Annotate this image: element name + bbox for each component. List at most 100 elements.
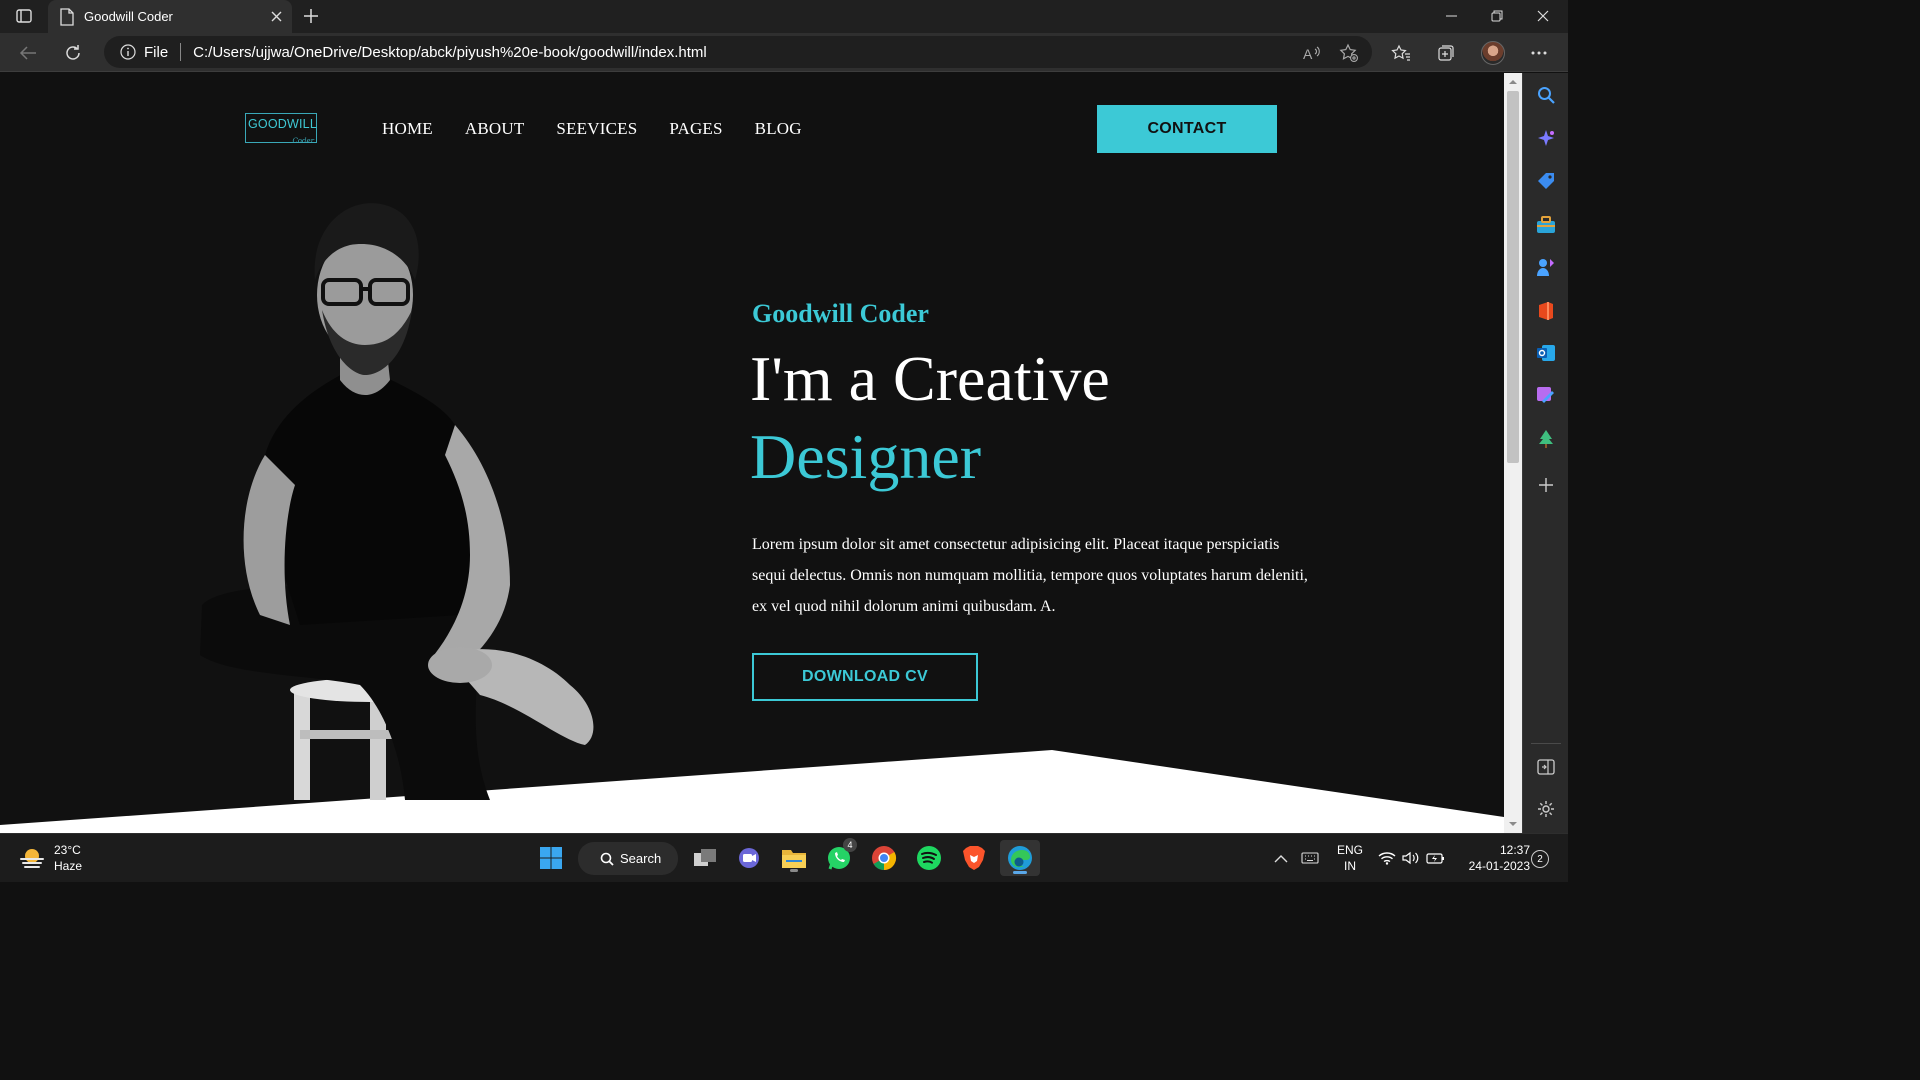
start-button[interactable] bbox=[535, 842, 567, 874]
weather-temp: 23°C bbox=[54, 843, 81, 857]
ellipsis-icon bbox=[1531, 51, 1547, 55]
file-label: File bbox=[144, 43, 169, 61]
star-add-icon bbox=[1339, 43, 1358, 62]
new-tab-button[interactable] bbox=[300, 5, 322, 27]
close-window-button[interactable] bbox=[1520, 0, 1566, 32]
haze-weather-icon bbox=[20, 849, 44, 868]
active-tab[interactable]: Goodwill Coder bbox=[48, 0, 292, 33]
chat-icon bbox=[739, 848, 759, 868]
hero-heading-line2: Designer bbox=[750, 421, 982, 492]
tab-actions-button[interactable] bbox=[12, 6, 36, 26]
whatsapp-button[interactable]: 4 bbox=[823, 838, 857, 874]
add-icon bbox=[1539, 478, 1553, 492]
clock[interactable]: 12:37 24-01-2023 bbox=[1456, 842, 1530, 874]
sidebar-add-button[interactable] bbox=[1534, 473, 1558, 497]
nav-pages[interactable]: PAGES bbox=[669, 119, 722, 139]
edge-button[interactable] bbox=[1000, 840, 1040, 876]
collections-button[interactable] bbox=[1433, 40, 1459, 66]
battery-charging-icon bbox=[1426, 853, 1444, 864]
tab-title: Goodwill Coder bbox=[84, 9, 173, 24]
wifi-icon bbox=[1378, 852, 1396, 865]
sidebar-search-button[interactable] bbox=[1534, 83, 1558, 107]
sidebar-tools-button[interactable] bbox=[1534, 213, 1558, 237]
taskbar-search-label: Search bbox=[620, 851, 662, 866]
restore-icon bbox=[1491, 10, 1503, 22]
tab-bar: Goodwill Coder bbox=[0, 0, 1568, 33]
tree-icon bbox=[1539, 430, 1553, 448]
plus-icon bbox=[304, 9, 318, 23]
scroll-down-icon[interactable] bbox=[1508, 819, 1518, 829]
keyboard-icon bbox=[1301, 852, 1319, 864]
scroll-thumb[interactable] bbox=[1507, 91, 1519, 463]
chrome-button[interactable] bbox=[868, 842, 900, 874]
sidebar-shopping-button[interactable] bbox=[1534, 169, 1558, 193]
nav-home[interactable]: HOME bbox=[382, 119, 433, 139]
sidebar-tree-button[interactable] bbox=[1534, 427, 1558, 451]
taskbar-search[interactable]: Search bbox=[578, 842, 678, 875]
sidebar-settings-button[interactable] bbox=[1534, 797, 1558, 821]
teams-chat-button[interactable] bbox=[733, 842, 765, 874]
brave-button[interactable] bbox=[958, 842, 990, 874]
tools-icon bbox=[1537, 216, 1555, 233]
file-explorer-button[interactable] bbox=[778, 842, 810, 874]
favorites-icon bbox=[1391, 44, 1410, 61]
language-indicator[interactable]: ENG IN bbox=[1334, 842, 1366, 874]
weather-desc: Haze bbox=[54, 859, 83, 873]
sidebar-split-button[interactable] bbox=[1534, 755, 1558, 779]
logo-text: GOODWILL bbox=[248, 117, 317, 131]
scroll-up-icon[interactable] bbox=[1508, 77, 1518, 87]
task-view-button[interactable] bbox=[689, 842, 721, 874]
sidebar-designer-button[interactable] bbox=[1534, 383, 1558, 407]
clock-time: 12:37 bbox=[1499, 843, 1530, 857]
folder-icon bbox=[782, 850, 806, 868]
sidebar-copilot-button[interactable] bbox=[1534, 127, 1558, 151]
tab-actions-icon bbox=[16, 9, 32, 23]
network-sound-battery[interactable] bbox=[1374, 842, 1450, 874]
download-cv-button[interactable]: DOWNLOAD CV bbox=[752, 653, 978, 701]
hero-heading-line1: I'm a Creative bbox=[750, 343, 1110, 414]
url-text[interactable]: C:/Users/ujjwa/OneDrive/Desktop/abck/piy… bbox=[193, 44, 707, 61]
close-tab-icon[interactable] bbox=[268, 8, 284, 24]
edge-icon bbox=[1008, 846, 1032, 870]
info-icon[interactable] bbox=[120, 44, 136, 60]
minimize-button[interactable] bbox=[1428, 0, 1474, 32]
region-code: IN bbox=[1344, 859, 1356, 873]
more-options-button[interactable] bbox=[1526, 40, 1552, 66]
restore-button[interactable] bbox=[1474, 0, 1520, 32]
whatsapp-badge: 4 bbox=[843, 838, 857, 852]
nav-services[interactable]: SEEVICES bbox=[556, 119, 637, 139]
refresh-button[interactable] bbox=[60, 40, 86, 66]
nav-about[interactable]: ABOUT bbox=[465, 119, 525, 139]
address-separator bbox=[180, 43, 182, 61]
task-view-icon bbox=[694, 849, 716, 866]
notification-center-badge[interactable]: 2 bbox=[1531, 850, 1549, 868]
refresh-icon bbox=[66, 45, 80, 60]
favorites-button[interactable] bbox=[1388, 40, 1414, 66]
nav-blog[interactable]: BLOG bbox=[755, 119, 802, 139]
contact-button[interactable]: CONTACT bbox=[1097, 105, 1277, 153]
back-button[interactable] bbox=[15, 40, 41, 66]
taskbar: 23°C Haze Search 4 ENG IN 12:37 24-01-20… bbox=[0, 833, 1568, 882]
language-code: ENG bbox=[1336, 843, 1363, 857]
chrome-icon bbox=[872, 846, 897, 870]
chevron-up-icon bbox=[1274, 854, 1288, 862]
svg-text:A: A bbox=[1303, 46, 1313, 61]
sidebar-games-button[interactable] bbox=[1534, 255, 1558, 279]
add-favorite-button[interactable] bbox=[1336, 40, 1362, 66]
page-scrollbar[interactable] bbox=[1504, 73, 1522, 833]
read-aloud-button[interactable]: A bbox=[1299, 40, 1325, 66]
weather-widget[interactable]: 23°C Haze bbox=[18, 842, 82, 874]
spotify-button[interactable] bbox=[913, 842, 945, 874]
touch-keyboard-button[interactable] bbox=[1296, 842, 1324, 874]
hero-portrait-image bbox=[200, 203, 594, 800]
back-arrow-icon bbox=[19, 46, 36, 60]
sidebar-outlook-button[interactable] bbox=[1534, 341, 1558, 365]
site-logo[interactable]: GOODWILL Coder bbox=[245, 113, 317, 145]
sidebar-office-button[interactable] bbox=[1534, 299, 1558, 323]
profile-avatar[interactable] bbox=[1481, 41, 1505, 65]
show-hidden-icons-button[interactable] bbox=[1267, 842, 1295, 874]
address-bar[interactable]: File C:/Users/ujjwa/OneDrive/Desktop/abc… bbox=[104, 36, 1372, 68]
close-icon bbox=[1537, 10, 1549, 22]
minimize-icon bbox=[1445, 15, 1457, 17]
hero-name: Goodwill Coder bbox=[752, 299, 929, 328]
